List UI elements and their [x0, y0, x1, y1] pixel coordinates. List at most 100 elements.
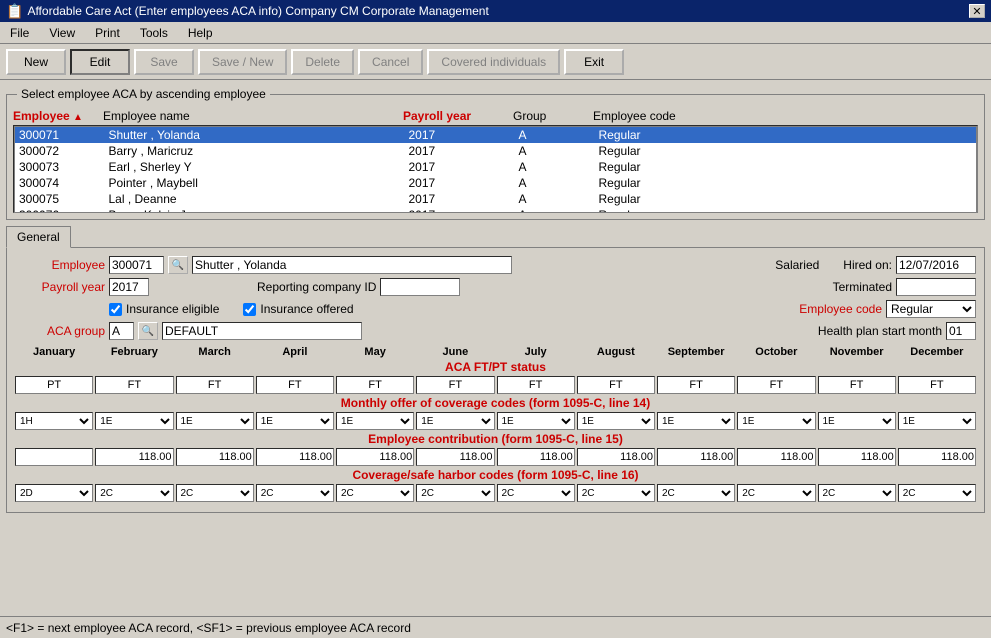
covered-individuals-button[interactable]: Covered individuals	[427, 49, 560, 75]
harbor-select-4[interactable]: 2A2B2C2D2E2F2G2H2I	[336, 484, 414, 502]
harbor-select-8[interactable]: 2A2B2C2D2E2F2G2H2I	[657, 484, 735, 502]
ft-pt-input-1[interactable]	[95, 376, 173, 394]
contribution-input-7[interactable]	[577, 448, 655, 466]
contribution-input-10[interactable]	[818, 448, 896, 466]
employee-name-input[interactable]	[192, 256, 512, 274]
harbor-select-2[interactable]: 2A2B2C2D2E2F2G2H2I	[176, 484, 254, 502]
coverage-select-9[interactable]: 1H1E1A1B1C1D1F1G1H1I1J1K1L1M1N1O	[737, 412, 815, 430]
harbor-select-6[interactable]: 2A2B2C2D2E2F2G2H2I	[497, 484, 575, 502]
harbor-cell-11[interactable]: 2A2B2C2D2E2F2G2H2I	[898, 484, 976, 502]
harbor-select-3[interactable]: 2A2B2C2D2E2F2G2H2I	[256, 484, 334, 502]
harbor-cell-1[interactable]: 2A2B2C2D2E2F2G2H2I	[95, 484, 173, 502]
harbor-cell-2[interactable]: 2A2B2C2D2E2F2G2H2I	[176, 484, 254, 502]
contribution-cell-7[interactable]	[577, 448, 655, 466]
coverage-select-10[interactable]: 1H1E1A1B1C1D1F1G1H1I1J1K1L1M1N1O	[818, 412, 896, 430]
contribution-cell-9[interactable]	[737, 448, 815, 466]
health-plan-month-input[interactable]	[946, 322, 976, 340]
coverage-select-7[interactable]: 1H1E1A1B1C1D1F1G1H1I1J1K1L1M1N1O	[577, 412, 655, 430]
menu-tools[interactable]: Tools	[134, 24, 174, 42]
harbor-cell-6[interactable]: 2A2B2C2D2E2F2G2H2I	[497, 484, 575, 502]
contribution-input-1[interactable]	[95, 448, 173, 466]
save-button[interactable]: Save	[134, 49, 194, 75]
table-row[interactable]: 300074 Pointer , Maybell 2017 A Regular	[15, 175, 977, 191]
ft-pt-input-3[interactable]	[256, 376, 334, 394]
terminated-input[interactable]	[896, 278, 976, 296]
ft-pt-input-4[interactable]	[336, 376, 414, 394]
contribution-cell-10[interactable]	[818, 448, 896, 466]
hired-on-input[interactable]	[896, 256, 976, 274]
employee-id-input[interactable]	[109, 256, 164, 274]
coverage-cell-5[interactable]: 1H1E1A1B1C1D1F1G1H1I1J1K1L1M1N1O	[416, 412, 494, 430]
coverage-cell-6[interactable]: 1H1E1A1B1C1D1F1G1H1I1J1K1L1M1N1O	[497, 412, 575, 430]
ft-pt-cell-11[interactable]	[898, 376, 976, 394]
harbor-select-5[interactable]: 2A2B2C2D2E2F2G2H2I	[416, 484, 494, 502]
ft-pt-input-7[interactable]	[577, 376, 655, 394]
ft-pt-cell-1[interactable]	[95, 376, 173, 394]
ft-pt-cell-6[interactable]	[497, 376, 575, 394]
ft-pt-cell-10[interactable]	[818, 376, 896, 394]
ft-pt-cell-0[interactable]	[15, 376, 93, 394]
ft-pt-cell-5[interactable]	[416, 376, 494, 394]
contribution-cell-2[interactable]	[176, 448, 254, 466]
harbor-select-1[interactable]: 2A2B2C2D2E2F2G2H2I	[95, 484, 173, 502]
coverage-select-6[interactable]: 1H1E1A1B1C1D1F1G1H1I1J1K1L1M1N1O	[497, 412, 575, 430]
harbor-select-9[interactable]: 2A2B2C2D2E2F2G2H2I	[737, 484, 815, 502]
ft-pt-input-6[interactable]	[497, 376, 575, 394]
new-button[interactable]: New	[6, 49, 66, 75]
coverage-cell-10[interactable]: 1H1E1A1B1C1D1F1G1H1I1J1K1L1M1N1O	[818, 412, 896, 430]
coverage-select-5[interactable]: 1H1E1A1B1C1D1F1G1H1I1J1K1L1M1N1O	[416, 412, 494, 430]
contribution-cell-6[interactable]	[497, 448, 575, 466]
menu-view[interactable]: View	[43, 24, 81, 42]
table-row[interactable]: 300073 Earl , Sherley Y 2017 A Regular	[15, 159, 977, 175]
contribution-input-0[interactable]	[15, 448, 93, 466]
ft-pt-cell-3[interactable]	[256, 376, 334, 394]
coverage-select-4[interactable]: 1H1E1A1B1C1D1F1G1H1I1J1K1L1M1N1O	[336, 412, 414, 430]
contribution-input-11[interactable]	[898, 448, 976, 466]
table-row[interactable]: 300076 Berg , Kelvin James 2017 A Regula…	[15, 207, 977, 213]
payroll-year-input[interactable]	[109, 278, 149, 296]
coverage-select-8[interactable]: 1H1E1A1B1C1D1F1G1H1I1J1K1L1M1N1O	[657, 412, 735, 430]
coverage-cell-0[interactable]: 1H1E1A1B1C1D1F1G1H1I1J1K1L1M1N1O	[15, 412, 93, 430]
coverage-cell-3[interactable]: 1H1E1A1B1C1D1F1G1H1I1J1K1L1M1N1O	[256, 412, 334, 430]
coverage-cell-7[interactable]: 1H1E1A1B1C1D1F1G1H1I1J1K1L1M1N1O	[577, 412, 655, 430]
aca-group-input[interactable]	[109, 322, 134, 340]
contribution-input-6[interactable]	[497, 448, 575, 466]
harbor-cell-3[interactable]: 2A2B2C2D2E2F2G2H2I	[256, 484, 334, 502]
tab-general[interactable]: General	[6, 226, 71, 248]
coverage-select-0[interactable]: 1H1E1A1B1C1D1F1G1H1I1J1K1L1M1N1O	[15, 412, 93, 430]
contribution-input-9[interactable]	[737, 448, 815, 466]
ft-pt-input-5[interactable]	[416, 376, 494, 394]
delete-button[interactable]: Delete	[291, 49, 354, 75]
employee-code-select[interactable]: Regular Part-time Seasonal	[886, 300, 976, 318]
coverage-select-3[interactable]: 1H1E1A1B1C1D1F1G1H1I1J1K1L1M1N1O	[256, 412, 334, 430]
harbor-cell-5[interactable]: 2A2B2C2D2E2F2G2H2I	[416, 484, 494, 502]
contribution-input-3[interactable]	[256, 448, 334, 466]
ft-pt-cell-7[interactable]	[577, 376, 655, 394]
contribution-cell-11[interactable]	[898, 448, 976, 466]
ft-pt-input-11[interactable]	[898, 376, 976, 394]
insurance-offered-checkbox[interactable]	[243, 303, 256, 316]
close-button[interactable]: ✕	[969, 4, 985, 18]
contribution-cell-8[interactable]	[657, 448, 735, 466]
table-row[interactable]: 300072 Barry , Maricruz 2017 A Regular	[15, 143, 977, 159]
ft-pt-cell-9[interactable]	[737, 376, 815, 394]
contribution-cell-4[interactable]	[336, 448, 414, 466]
contribution-input-5[interactable]	[416, 448, 494, 466]
harbor-cell-7[interactable]: 2A2B2C2D2E2F2G2H2I	[577, 484, 655, 502]
contribution-cell-5[interactable]	[416, 448, 494, 466]
exit-button[interactable]: Exit	[564, 49, 624, 75]
harbor-cell-8[interactable]: 2A2B2C2D2E2F2G2H2I	[657, 484, 735, 502]
harbor-cell-9[interactable]: 2A2B2C2D2E2F2G2H2I	[737, 484, 815, 502]
coverage-select-2[interactable]: 1H1E1A1B1C1D1F1G1H1I1J1K1L1M1N1O	[176, 412, 254, 430]
coverage-cell-11[interactable]: 1H1E1A1B1C1D1F1G1H1I1J1K1L1M1N1O	[898, 412, 976, 430]
ft-pt-cell-4[interactable]	[336, 376, 414, 394]
aca-group-lookup-button[interactable]: 🔍	[138, 322, 158, 340]
harbor-select-7[interactable]: 2A2B2C2D2E2F2G2H2I	[577, 484, 655, 502]
save-new-button[interactable]: Save / New	[198, 49, 287, 75]
coverage-cell-9[interactable]: 1H1E1A1B1C1D1F1G1H1I1J1K1L1M1N1O	[737, 412, 815, 430]
ft-pt-input-2[interactable]	[176, 376, 254, 394]
cancel-button[interactable]: Cancel	[358, 49, 423, 75]
harbor-cell-0[interactable]: 2A2B2C2D2E2F2G2H2I	[15, 484, 93, 502]
harbor-cell-10[interactable]: 2A2B2C2D2E2F2G2H2I	[818, 484, 896, 502]
ft-pt-input-0[interactable]	[15, 376, 93, 394]
